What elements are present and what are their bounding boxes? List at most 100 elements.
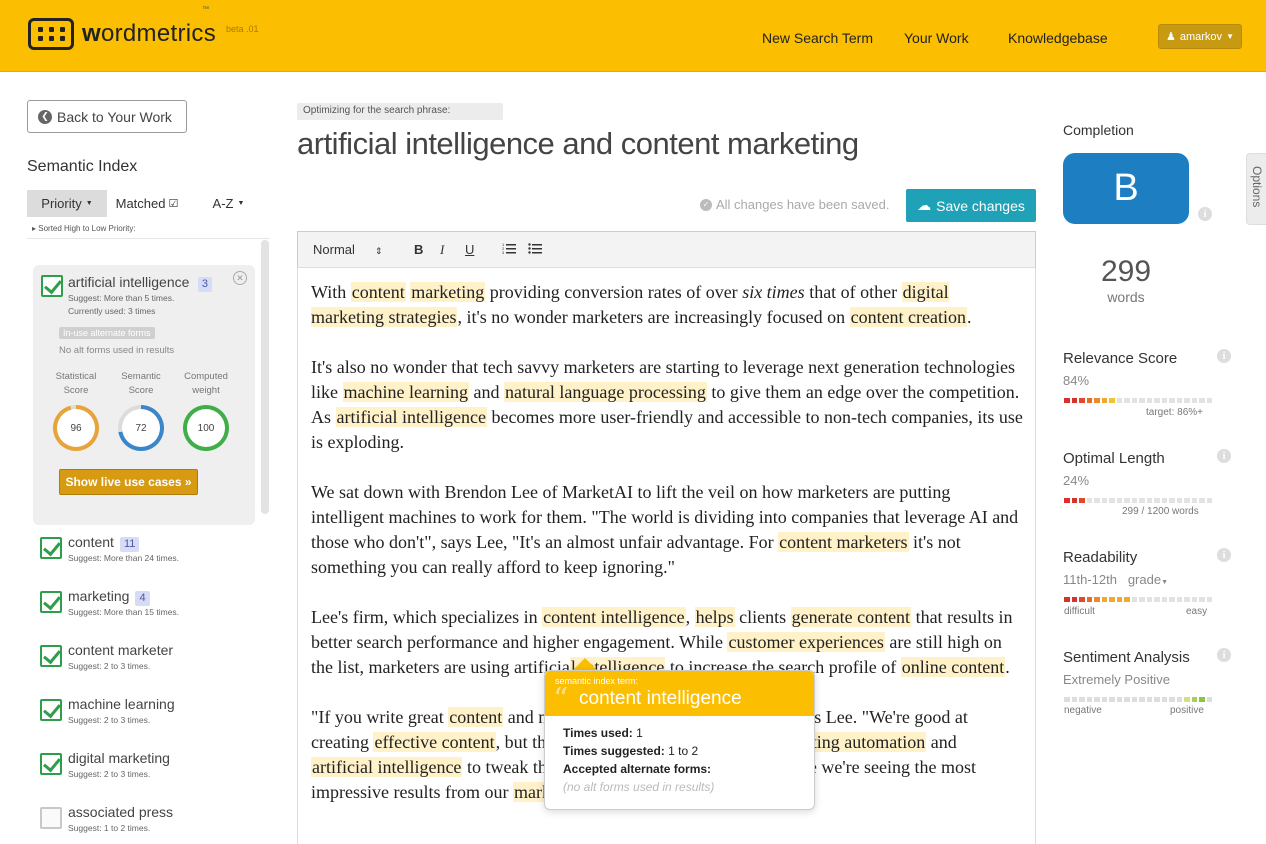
paragraph-text: and <box>926 732 957 752</box>
highlighted-term[interactable]: online content <box>900 657 1006 677</box>
paragraph-text: "If you write great <box>311 707 449 727</box>
times-used-row: Times used: 1 <box>563 726 643 740</box>
optimal-length-note: 299 / 1200 words <box>1122 506 1199 517</box>
sentiment-meter <box>1064 697 1212 702</box>
info-icon[interactable]: i <box>1217 449 1231 463</box>
nav-knowledgebase[interactable]: Knowledgebase <box>1008 30 1108 46</box>
search-phrase: artificial intelligence and content mark… <box>297 126 859 161</box>
checked-checkbox-icon[interactable] <box>41 275 63 297</box>
highlighted-term[interactable]: artificial intelligence <box>311 757 463 777</box>
ordered-list-icon[interactable]: 123 <box>502 242 516 257</box>
paragraph-text: . <box>967 307 972 327</box>
italic-button[interactable]: I <box>440 242 444 258</box>
readability-meter <box>1064 597 1212 602</box>
times-suggested-row: Times suggested: 1 to 2 <box>563 744 699 758</box>
highlighted-term[interactable]: helps <box>694 607 735 627</box>
term-suggest: Suggest: More than 24 times. <box>68 553 180 563</box>
term-name: artificial intelligence <box>68 274 190 290</box>
term-suggest: Suggest: 2 to 3 times. <box>68 661 151 671</box>
arrow-left-circle-icon: ❮ <box>38 109 52 124</box>
info-icon[interactable]: i <box>1217 648 1231 662</box>
sidebar-scrollbar[interactable] <box>261 240 269 514</box>
checked-checkbox-icon[interactable] <box>40 537 62 559</box>
tab-priority[interactable]: Priority ▼ <box>27 190 107 217</box>
paragraph-text: and <box>468 382 504 402</box>
checked-checkbox-icon[interactable] <box>40 699 62 721</box>
term-suggest: Suggest: More than 15 times. <box>68 607 180 617</box>
checked-checkbox-icon[interactable] <box>40 591 62 613</box>
nav-new-search-term[interactable]: New Search Term <box>762 30 873 46</box>
user-icon: ♟ <box>1166 31 1176 43</box>
sort-note: ▸ Sorted High to Low Priority: <box>32 224 136 233</box>
semantic-index-title: Semantic Index <box>27 158 138 175</box>
bullet-list-icon[interactable] <box>528 242 542 257</box>
user-menu-button[interactable]: ♟ amarkov ▼ <box>1158 24 1242 49</box>
highlighted-term[interactable]: content <box>350 282 406 302</box>
checked-checkbox-icon[interactable] <box>40 645 62 667</box>
highlighted-term[interactable]: generate content <box>790 607 912 627</box>
paragraph-text: . <box>1005 657 1010 677</box>
back-to-work-button[interactable]: ❮ Back to Your Work <box>27 100 187 133</box>
optimal-length-title: Optimal Length <box>1063 450 1165 467</box>
alt-forms-note: (no alt forms used in results) <box>563 780 715 794</box>
info-icon[interactable]: i <box>1217 349 1231 363</box>
format-select[interactable]: Normal ⇕ <box>313 242 382 257</box>
back-button-label: Back to Your Work <box>57 108 172 125</box>
checkbox-icon: ☑ <box>168 198 179 210</box>
highlighted-term[interactable]: effective content <box>373 732 496 752</box>
highlighted-term[interactable]: artificial intelligence <box>335 407 487 427</box>
sentiment-value: Extremely Positive <box>1063 672 1170 687</box>
tab-matched[interactable]: Matched ☑ <box>107 190 187 217</box>
tab-a-z[interactable]: A-Z ▼ <box>187 190 270 217</box>
cloud-upload-icon: ☁ <box>917 197 932 213</box>
wordmetrics-logo[interactable]: wordmetrics <box>28 18 216 50</box>
highlighted-term[interactable]: content intelligence <box>542 607 686 627</box>
info-icon[interactable]: i <box>1198 207 1212 221</box>
underline-button[interactable]: U <box>465 242 474 257</box>
highlighted-term[interactable]: content <box>448 707 504 727</box>
alt-forms-note: No alt forms used in results <box>59 345 175 356</box>
term-suggest: Suggest: 2 to 3 times. <box>68 715 151 725</box>
semantic-score-label: Semantic Score <box>121 371 161 396</box>
show-live-use-cases-button[interactable]: Show live use cases » <box>59 469 198 495</box>
close-icon[interactable]: ✕ <box>233 271 247 285</box>
highlighted-term[interactable]: natural language processing <box>503 382 707 402</box>
options-tab[interactable]: Options <box>1246 153 1266 225</box>
sort-tabs: Priority ▼ Matched ☑ A-Z ▼ <box>27 190 270 217</box>
readability-title: Readability <box>1063 549 1138 566</box>
grade-select[interactable]: grade <box>1128 572 1161 587</box>
term-current-use: Currently used: 3 times <box>68 306 156 316</box>
term-card-artificial-intelligence[interactable]: artificial intelligence 3 Suggest: More … <box>33 265 255 525</box>
logo-trademark: ™ <box>202 6 209 13</box>
term-suggest: Suggest: 1 to 2 times. <box>68 823 151 833</box>
svg-text:3: 3 <box>502 250 505 254</box>
term-suggest: Suggest: 2 to 3 times. <box>68 769 151 779</box>
unchecked-checkbox-icon[interactable] <box>40 807 62 829</box>
checked-checkbox-icon[interactable] <box>40 753 62 775</box>
editor-paragraph[interactable]: With content marketing providing convers… <box>311 280 1023 330</box>
caret-down-icon: ▼ <box>85 200 93 207</box>
nav-your-work[interactable]: Your Work <box>904 30 969 46</box>
relevance-score-value: 84% <box>1063 373 1090 388</box>
highlighted-term[interactable]: machine learning <box>342 382 469 402</box>
paragraph-text: , it's no wonder marketers are increasin… <box>457 307 850 327</box>
editor-paragraph[interactable]: Lee's firm, which specializes in content… <box>311 605 1023 680</box>
editor-paragraph[interactable]: It's also no wonder that tech savvy mark… <box>311 355 1023 455</box>
quote-icon: “ <box>553 682 569 717</box>
highlighted-term[interactable]: marketing <box>410 282 486 302</box>
highlighted-term[interactable]: customer experiences <box>727 632 885 652</box>
highlighted-term[interactable]: content marketers <box>778 532 909 552</box>
save-changes-button[interactable]: ☁ Save changes <box>906 189 1036 222</box>
saved-status: ✓ All changes have been saved. <box>700 197 889 212</box>
alt-forms-badge: In-use alternate forms <box>59 327 155 339</box>
term-name: machine learning <box>68 696 175 712</box>
info-icon[interactable]: i <box>1217 548 1231 562</box>
editor-paragraph[interactable]: We sat down with Brendon Lee of MarketAI… <box>311 480 1023 580</box>
editor-toolbar: Normal ⇕ B I U 123 <box>297 231 1036 268</box>
sentiment-right-label: positive <box>1170 705 1204 716</box>
bold-button[interactable]: B <box>414 242 423 257</box>
sentiment-left-label: negative <box>1064 705 1102 716</box>
highlighted-term[interactable]: content creation <box>849 307 968 327</box>
paragraph-text: that of other <box>804 282 902 302</box>
alt-forms-row: Accepted alternate forms: <box>563 762 712 776</box>
